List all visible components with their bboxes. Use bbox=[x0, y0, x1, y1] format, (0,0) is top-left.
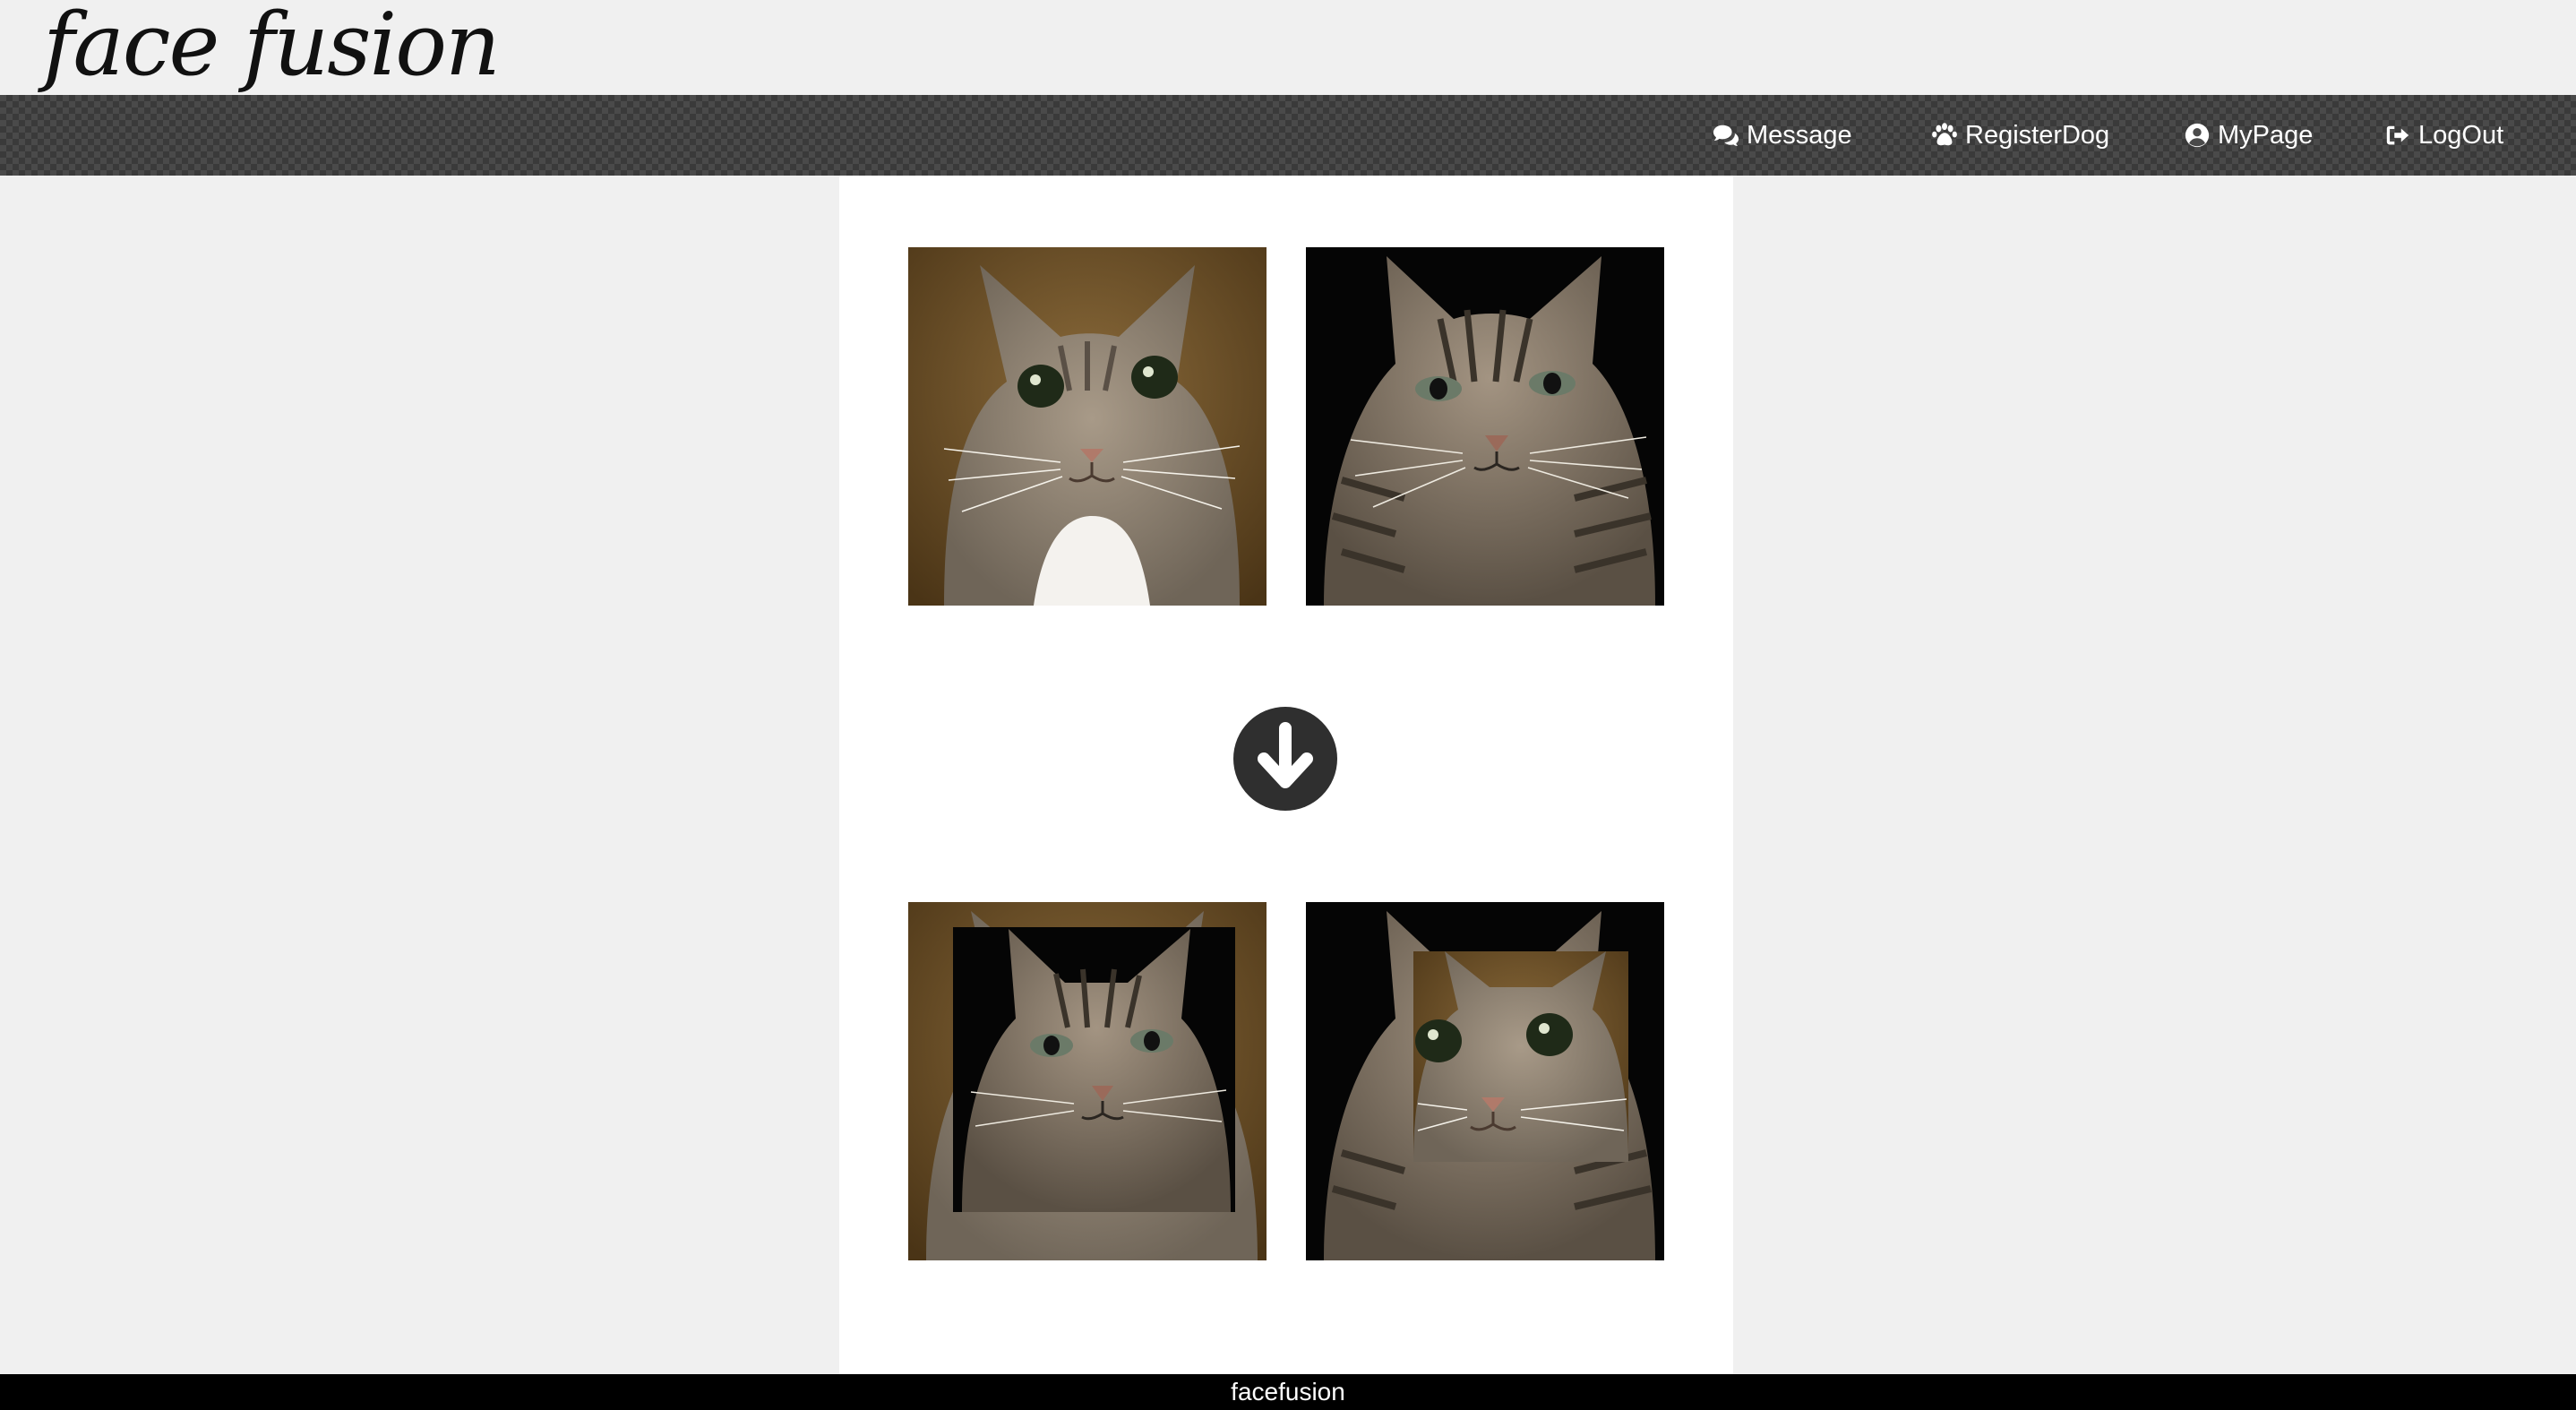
nav-register-dog-label: RegisterDog bbox=[1965, 120, 2110, 150]
fused-cat-photo-1 bbox=[908, 902, 1267, 1260]
footer: facefusion bbox=[0, 1374, 2576, 1410]
nav-message[interactable]: Message bbox=[1713, 95, 1852, 176]
cat-photo-black bbox=[1306, 247, 1664, 606]
nav-register-dog[interactable]: RegisterDog bbox=[1931, 95, 2109, 176]
footer-text: facefusion bbox=[1231, 1378, 1345, 1406]
top-navbar: Message RegisterDog MyPage LogOut bbox=[0, 95, 2576, 176]
nav-logout[interactable]: LogOut bbox=[2384, 95, 2503, 176]
sign-out-icon bbox=[2386, 125, 2409, 145]
fused-cat-photo-2 bbox=[1306, 902, 1664, 1260]
user-circle-icon bbox=[2185, 123, 2210, 148]
site-logo[interactable]: face fusion bbox=[43, 0, 501, 95]
paw-icon bbox=[1932, 123, 1957, 146]
result-image-2 bbox=[1306, 902, 1664, 1260]
arrow-circle-down-icon[interactable] bbox=[1233, 707, 1337, 811]
nav-logout-label: LogOut bbox=[2418, 120, 2504, 150]
logo-bar: face fusion bbox=[0, 0, 2576, 95]
nav-message-label: Message bbox=[1747, 120, 1852, 150]
result-image-1 bbox=[908, 902, 1267, 1260]
comments-icon bbox=[1713, 125, 1739, 146]
source-image-1 bbox=[908, 247, 1267, 606]
nav-mypage-label: MyPage bbox=[2218, 120, 2314, 150]
cat-photo-brown bbox=[908, 247, 1267, 606]
nav-mypage[interactable]: MyPage bbox=[2184, 95, 2313, 176]
source-image-2 bbox=[1306, 247, 1664, 606]
